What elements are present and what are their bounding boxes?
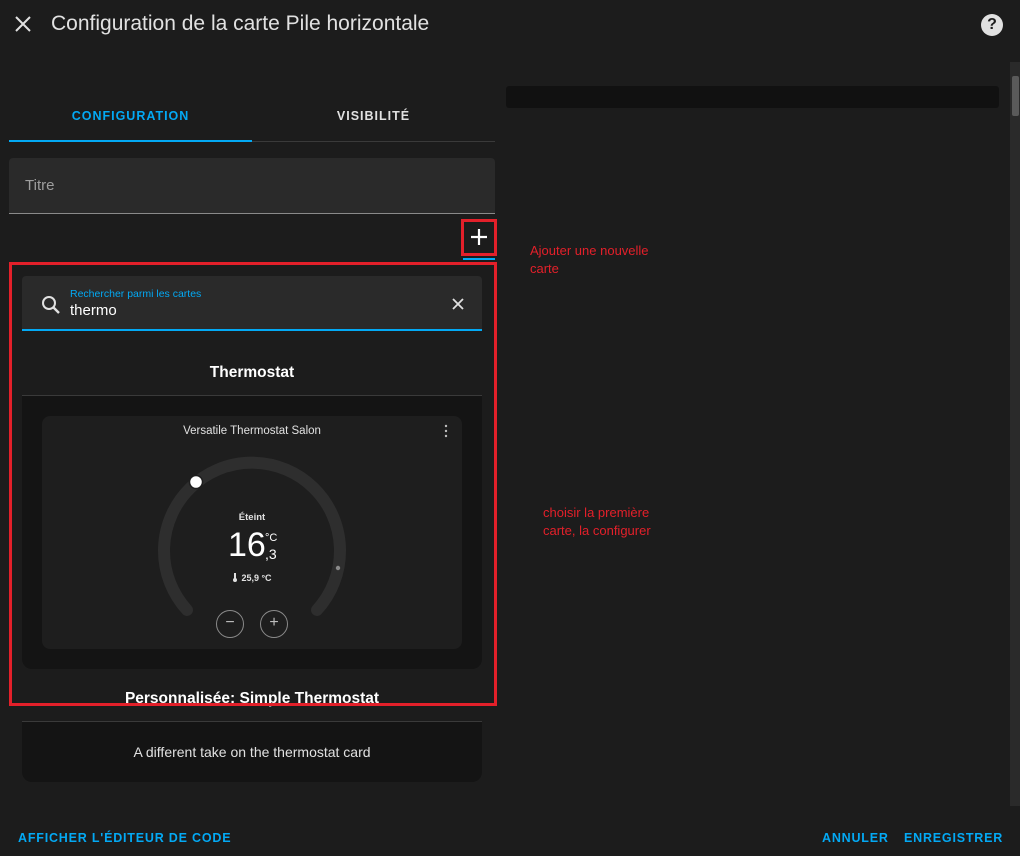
- hvac-mode-label: Éteint: [238, 512, 266, 523]
- thermometer-icon: [233, 573, 238, 582]
- card-option-title: Personnalisée: Simple Thermostat: [124, 690, 380, 707]
- close-icon[interactable]: [12, 13, 34, 35]
- search-value: thermo: [70, 302, 117, 319]
- more-vert-icon: [444, 424, 448, 438]
- title-field[interactable]: Titre: [9, 158, 495, 214]
- title-field-label: Titre: [25, 177, 55, 194]
- tab-visibility[interactable]: VISIBILITÉ: [252, 92, 495, 141]
- current-temperature-value: 25,9 °C: [241, 573, 272, 583]
- card-option-title: Thermostat: [209, 364, 295, 381]
- search-label: Rechercher parmi les cartes: [70, 288, 202, 300]
- tab-configuration[interactable]: CONFIGURATION: [9, 92, 252, 142]
- decrease-temperature-button[interactable]: −: [216, 610, 244, 638]
- help-icon[interactable]: ?: [981, 14, 1003, 36]
- card-preview-area: [506, 86, 999, 108]
- annotation-add-card: Ajouter une nouvelle carte: [530, 243, 649, 276]
- simple-thermostat-card-option[interactable]: A different take on the thermostat card: [22, 722, 482, 782]
- show-code-editor-button[interactable]: AFFICHER L'ÉDITEUR DE CODE: [18, 831, 231, 845]
- dialog-header: Configuration de la carte Pile horizonta…: [0, 0, 1020, 52]
- card-search-input[interactable]: Rechercher parmi les cartes thermo: [22, 276, 482, 331]
- increase-temperature-button[interactable]: +: [260, 610, 288, 638]
- card-picker: Rechercher parmi les cartes thermo Therm…: [9, 262, 495, 808]
- thermostat-entity-name: Versatile Thermostat Salon: [183, 425, 321, 437]
- target-temperature: 16: [228, 526, 266, 564]
- cancel-button[interactable]: ANNULER: [822, 831, 889, 845]
- thermostat-card-option[interactable]: Versatile Thermostat Salon Éteint 16 °C …: [22, 396, 482, 669]
- clear-search-icon[interactable]: [449, 295, 467, 313]
- search-icon: [42, 296, 60, 314]
- thermostat-preview: Versatile Thermostat Salon Éteint 16 °C …: [42, 416, 462, 649]
- target-temperature-decimal: ,3: [265, 546, 277, 562]
- temperature-unit: °C: [265, 532, 278, 544]
- scrollbar-thumb[interactable]: [1012, 76, 1019, 116]
- add-card-button[interactable]: [465, 223, 493, 251]
- editor-tabs: CONFIGURATION VISIBILITÉ: [9, 92, 495, 142]
- scrollbar[interactable]: [1010, 62, 1020, 806]
- save-button[interactable]: ENREGISTRER: [904, 831, 1003, 845]
- dialog-title: Configuration de la carte Pile horizonta…: [51, 12, 430, 35]
- annotation-choose-card: choisir la première carte, la configurer: [543, 505, 651, 538]
- current-temperature: 25,9 °C: [42, 573, 462, 583]
- add-card-tab-indicator: [463, 258, 495, 260]
- card-description: A different take on the thermostat card: [133, 744, 371, 760]
